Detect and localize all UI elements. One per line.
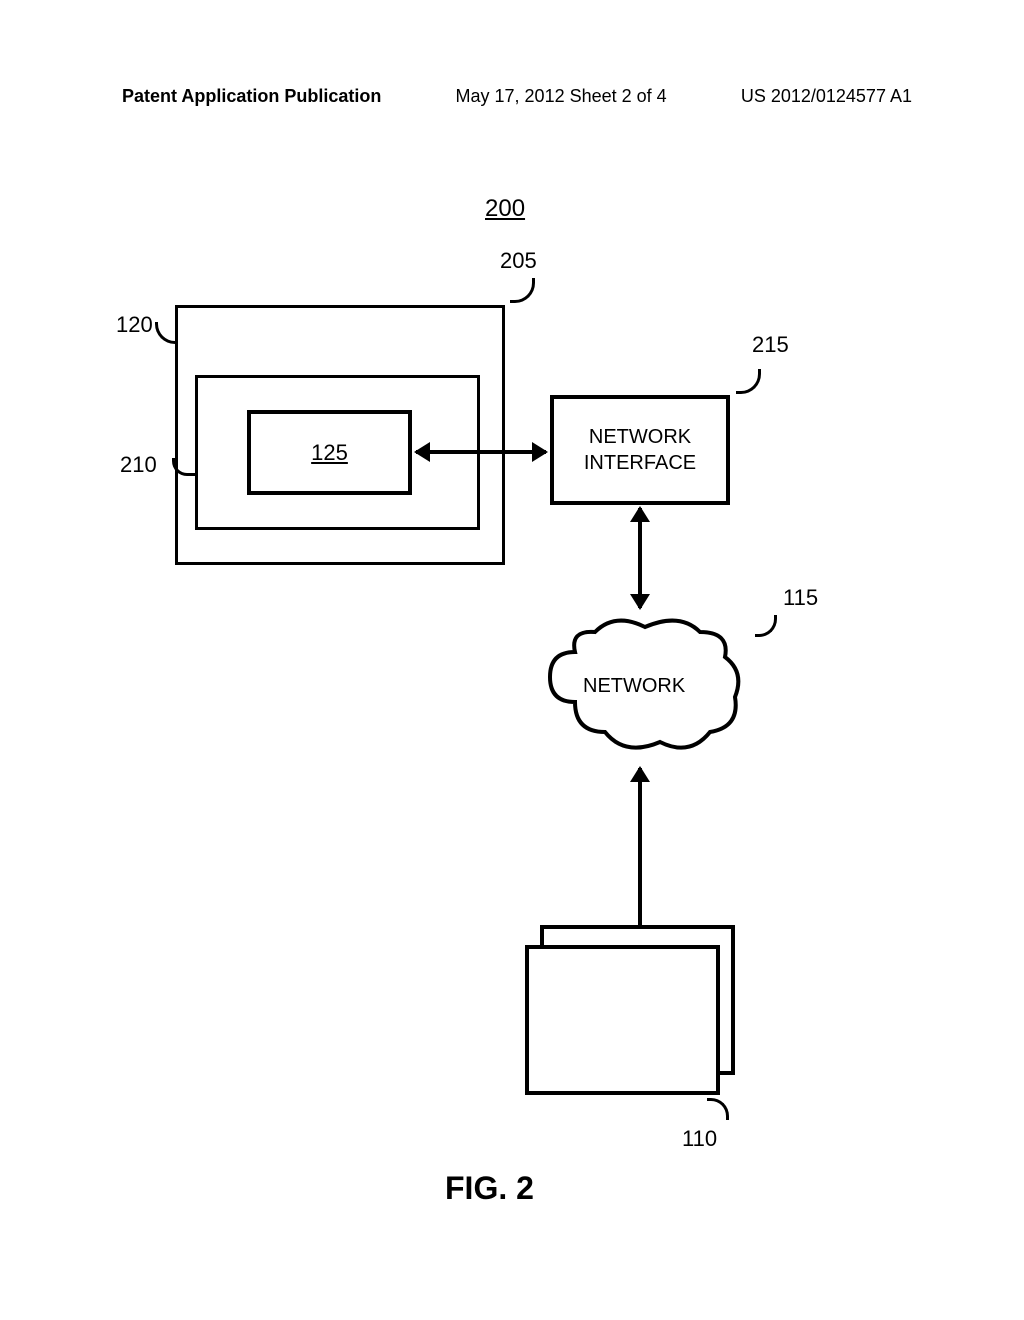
- figure-number-200: 200: [485, 195, 525, 223]
- diagram-container: 205 120 210 215 115 110 125 NETWORK INTE…: [0, 260, 1024, 1160]
- stacked-box-front-110: [525, 945, 720, 1095]
- header-patent-number: US 2012/0124577 A1: [741, 86, 912, 107]
- arrow-vertical-top: [638, 508, 642, 608]
- label-210: 210: [120, 452, 157, 478]
- figure-caption: FIG. 2: [445, 1170, 534, 1207]
- inner-box-125: 125: [247, 410, 412, 495]
- leader-205: [510, 278, 535, 303]
- page-header: Patent Application Publication May 17, 2…: [0, 86, 1024, 107]
- arrow-vertical-bottom: [638, 768, 642, 943]
- network-interface-label: NETWORK INTERFACE: [584, 424, 696, 476]
- arrow-horizontal: [416, 450, 546, 454]
- header-date-sheet: May 17, 2012 Sheet 2 of 4: [456, 86, 667, 107]
- leader-120: [155, 322, 177, 344]
- leader-110: [707, 1098, 729, 1120]
- leader-115: [755, 615, 777, 637]
- leader-215: [736, 369, 761, 394]
- label-215: 215: [752, 332, 789, 358]
- network-interface-box: NETWORK INTERFACE: [550, 395, 730, 505]
- label-115: 115: [783, 585, 818, 611]
- header-publication: Patent Application Publication: [122, 86, 381, 107]
- label-120: 120: [116, 312, 153, 338]
- label-205: 205: [500, 248, 537, 274]
- network-cloud-label: NETWORK: [583, 675, 685, 698]
- label-110: 110: [682, 1126, 717, 1152]
